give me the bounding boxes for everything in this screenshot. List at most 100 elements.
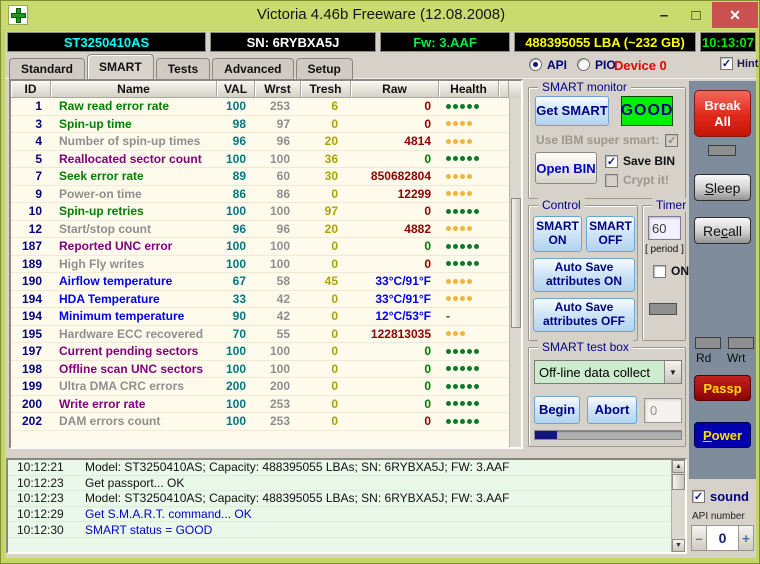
table-scrollbar[interactable]: [509, 98, 521, 447]
timer-period-label: [ period ]: [645, 244, 684, 255]
timer-on-checkbox[interactable]: [653, 265, 666, 278]
break-all-button[interactable]: Break All: [694, 90, 751, 137]
health-dots: [439, 384, 499, 389]
test-progress-fill: [535, 431, 557, 439]
recall-button[interactable]: Recall: [694, 217, 751, 244]
begin-button[interactable]: Begin: [534, 396, 580, 424]
test-progress-bar: [534, 430, 682, 440]
control-group: Control SMART ON SMART OFF Auto Save att…: [528, 205, 638, 341]
pio-radio[interactable]: [577, 58, 590, 71]
table-row[interactable]: 194HDA Temperature3342033°C/91°F: [11, 291, 521, 309]
health-dots: [439, 279, 499, 284]
timer-group: Timer [ period ] ON: [642, 205, 686, 341]
table-row[interactable]: 9Power-on time8686012299: [11, 186, 521, 204]
table-row[interactable]: 200Write error rate10025300: [11, 396, 521, 414]
power-button[interactable]: Power: [694, 422, 751, 448]
minimize-icon[interactable]: –: [648, 3, 680, 28]
window-title: Victoria 4.46b Freeware (12.08.2008): [1, 6, 760, 23]
column-header-id: ID: [11, 81, 51, 98]
api-radio[interactable]: [529, 58, 542, 71]
table-row[interactable]: 5Reallocated sector count100100360: [11, 151, 521, 169]
table-row[interactable]: 198Offline scan UNC sectors10010000: [11, 361, 521, 379]
open-bin-button[interactable]: Open BIN: [535, 152, 597, 184]
log-time: 10:12:30: [8, 523, 68, 537]
health-dots: [439, 261, 499, 266]
timer-period-input[interactable]: [648, 216, 681, 240]
smart-off-button[interactable]: SMART OFF: [586, 216, 635, 252]
smart-status-badge: GOOD: [621, 96, 673, 126]
scroll-up-icon[interactable]: ▲: [672, 460, 685, 473]
table-row[interactable]: 10Spin-up retries100100970: [11, 203, 521, 221]
table-row[interactable]: 189High Fly writes10010000: [11, 256, 521, 274]
tab-smart[interactable]: SMART: [87, 54, 154, 79]
column-header-val: VAL: [217, 81, 255, 98]
column-header-raw: Raw: [351, 81, 439, 98]
table-row[interactable]: 202DAM errors count10025300: [11, 413, 521, 431]
table-row[interactable]: 3Spin-up time989700: [11, 116, 521, 134]
sound-checkbox[interactable]: ✓: [692, 490, 705, 503]
ibm-super-smart-checkbox: ✓: [665, 134, 678, 147]
log-entry: 10:12:21Model: ST3250410AS; Capacity: 48…: [8, 460, 685, 476]
smart-test-box-title: SMART test box: [538, 340, 633, 354]
test-counter-input[interactable]: [644, 398, 682, 423]
log-panel: 10:12:21Model: ST3250410AS; Capacity: 48…: [6, 458, 687, 554]
log-scrollbar-thumb[interactable]: [672, 474, 685, 490]
health-dots: [439, 156, 499, 161]
sound-label: sound: [710, 489, 749, 504]
table-row[interactable]: 199Ultra DMA CRC errors20020000: [11, 378, 521, 396]
get-smart-button[interactable]: Get SMART: [535, 96, 609, 126]
auto-save-off-button[interactable]: Auto Save attributes OFF: [533, 298, 635, 332]
health-dots: [439, 139, 499, 144]
sleep-button[interactable]: Sleep: [694, 174, 751, 201]
abort-button[interactable]: Abort: [587, 396, 637, 424]
stepper-minus-button[interactable]: –: [692, 526, 707, 550]
auto-save-on-button[interactable]: Auto Save attributes ON: [533, 258, 635, 292]
drive-capacity: 488395055 LBA (~232 GB): [514, 32, 696, 52]
clock: 10:13:07: [700, 32, 756, 52]
health-dots: [439, 401, 499, 406]
log-message: Get S.M.A.R.T. command... OK: [68, 507, 252, 521]
log-entry: 10:12:30SMART status = GOOD: [8, 522, 685, 538]
api-number-value: 0: [707, 526, 738, 550]
column-header-name: Name: [51, 81, 217, 98]
table-scrollbar-thumb[interactable]: [511, 198, 521, 328]
health-dots: [439, 209, 499, 214]
pio-label: PIO: [595, 58, 616, 72]
drive-serial: SN: 6RYBXA5J: [210, 32, 376, 52]
health-dots: [439, 331, 499, 336]
drive-info-bar: ST3250410AS SN: 6RYBXA5J Fw: 3.AAF 48839…: [5, 31, 756, 53]
crypt-it-label: Crypt it!: [623, 173, 669, 187]
passport-button[interactable]: Passp: [694, 375, 751, 401]
log-message: Get passport... OK: [68, 476, 184, 490]
health-dots: [439, 191, 499, 196]
log-scrollbar[interactable]: ▲ ▼: [671, 460, 685, 552]
save-bin-checkbox[interactable]: ✓: [605, 155, 618, 168]
table-header: IDNameVALWrstTreshRawHealth: [11, 81, 521, 98]
maximize-icon[interactable]: □: [680, 3, 712, 28]
table-row[interactable]: 190Airflow temperature67584533°C/91°F: [11, 273, 521, 291]
victoria-window: Victoria 4.46b Freeware (12.08.2008) – □…: [0, 0, 760, 564]
table-row[interactable]: 195Hardware ECC recovered70550122813035: [11, 326, 521, 344]
table-row[interactable]: 7Seek error rate896030850682804: [11, 168, 521, 186]
table-row[interactable]: 1Raw read error rate10025360: [11, 98, 521, 116]
chevron-down-icon[interactable]: ▼: [664, 361, 681, 383]
smart-on-button[interactable]: SMART ON: [533, 216, 582, 252]
table-row[interactable]: 187Reported UNC error10010000: [11, 238, 521, 256]
health-dots: [439, 104, 499, 109]
table-row[interactable]: 197Current pending sectors10010000: [11, 343, 521, 361]
drive-model: ST3250410AS: [7, 32, 206, 52]
test-select[interactable]: Off-line data collect ▼: [534, 360, 682, 384]
scroll-down-icon[interactable]: ▼: [672, 539, 685, 552]
table-row[interactable]: 4Number of spin-up times9696204814: [11, 133, 521, 151]
read-led: [695, 337, 721, 349]
log-entry: 10:12:29Get S.M.A.R.T. command... OK: [8, 507, 685, 523]
write-led: [728, 337, 754, 349]
device-indicator: Device 0: [614, 58, 667, 73]
column-header-tresh: Tresh: [301, 81, 351, 98]
timer-title: Timer: [652, 198, 690, 212]
table-row[interactable]: 194Minimum temperature9042012°C/53°F-: [11, 308, 521, 326]
stepper-plus-button[interactable]: +: [738, 526, 753, 550]
hints-checkbox[interactable]: ✓: [720, 57, 733, 70]
table-row[interactable]: 12Start/stop count9696204882: [11, 221, 521, 239]
close-icon[interactable]: ✕: [712, 2, 758, 28]
